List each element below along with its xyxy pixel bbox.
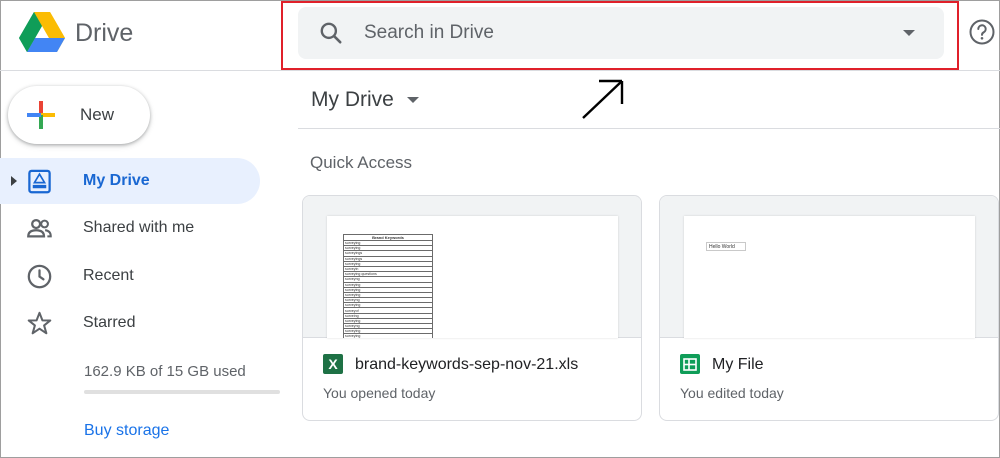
file-card-brand-keywords[interactable]: Brand Keywords surveying surveying surveyi… <box>302 195 642 421</box>
file-preview: Hello World <box>660 196 998 338</box>
file-name: My File <box>712 356 764 373</box>
app-name[interactable]: Drive <box>75 19 133 48</box>
new-button[interactable]: New <box>8 86 150 144</box>
file-name: brand-keywords-sep-nov-21.xls <box>355 356 579 373</box>
star-icon <box>27 311 52 335</box>
file-activity: You opened today <box>323 385 436 401</box>
help-icon[interactable] <box>968 18 996 46</box>
sidebar-item-starred[interactable]: Starred <box>0 300 260 346</box>
sidebar-item-label: My Drive <box>83 172 150 189</box>
sidebar-item-label: Recent <box>83 267 134 284</box>
spreadsheet-preview-page: Hello World <box>684 216 975 338</box>
divider <box>298 128 1000 129</box>
sidebar-item-label: Shared with me <box>83 219 195 236</box>
excel-icon: X <box>323 354 343 374</box>
sidebar-item-shared-with-me[interactable]: Shared with me <box>0 205 260 251</box>
svg-text:X: X <box>328 356 338 372</box>
buy-storage-link[interactable]: Buy storage <box>84 422 169 440</box>
sidebar-item-label: Starred <box>83 314 136 331</box>
file-preview: Brand Keywords surveying surveying surveyi… <box>303 196 641 338</box>
file-activity: You edited today <box>680 385 784 401</box>
storage-usage-bar <box>84 390 280 394</box>
arrow-annotation-icon <box>582 79 624 119</box>
clock-icon <box>27 264 52 289</box>
spreadsheet-preview-page: Brand Keywords surveying surveying surveyi… <box>327 216 618 338</box>
keywords-preview-table: Brand Keywords surveying surveying surveyi… <box>343 234 433 338</box>
preview-table-cell: surveying <box>343 333 433 338</box>
new-button-label: New <box>80 105 115 124</box>
plus-icon <box>27 101 55 129</box>
expand-caret-icon[interactable] <box>10 175 18 187</box>
quick-access-heading: Quick Access <box>310 153 413 172</box>
file-card-my-file[interactable]: Hello World My File You edited today <box>659 195 999 421</box>
preview-cell: Hello World <box>706 242 746 251</box>
google-sheets-icon <box>680 354 700 374</box>
search-highlight-annotation <box>281 1 959 70</box>
my-drive-icon <box>28 169 51 194</box>
page-title[interactable]: My Drive <box>311 88 394 112</box>
storage-usage-text: 162.9 KB of 15 GB used <box>84 363 246 380</box>
shared-people-icon <box>27 218 52 238</box>
drive-logo-icon[interactable] <box>19 12 65 52</box>
sidebar-item-recent[interactable]: Recent <box>0 253 260 299</box>
top-header: Drive <box>0 0 1000 71</box>
sidebar-item-my-drive[interactable]: My Drive <box>0 158 260 204</box>
chevron-down-icon[interactable] <box>406 95 420 105</box>
